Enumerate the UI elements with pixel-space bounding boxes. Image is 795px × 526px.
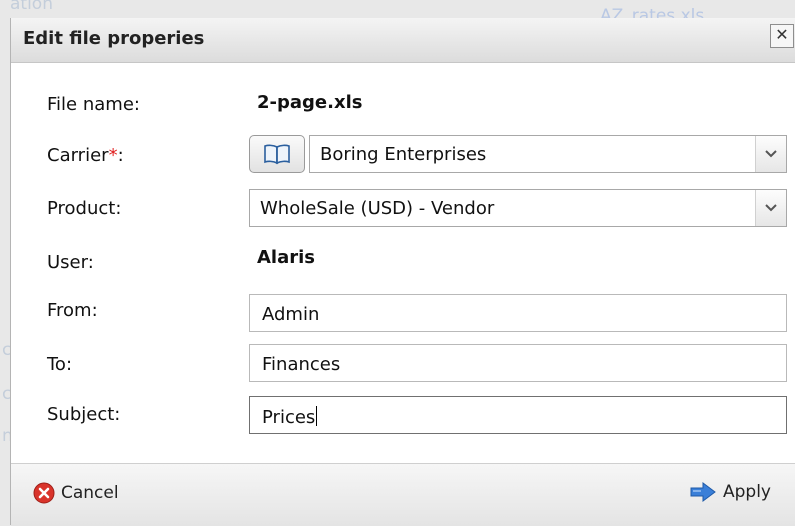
to-label: To: [47, 354, 73, 375]
user-label: User: [47, 252, 94, 273]
product-label: Product: [47, 198, 122, 219]
background-text: ation [10, 0, 53, 14]
file-name-value: 2-page.xls [257, 92, 363, 113]
close-button[interactable]: ✕ [770, 24, 794, 48]
carrier-select[interactable]: Boring Enterprises [309, 135, 787, 173]
text-cursor [316, 406, 318, 426]
arrow-right-icon [690, 482, 716, 502]
edit-file-properties-dialog: Edit file properies ✕ File name: 2-page.… [10, 18, 795, 526]
cancel-button[interactable]: Cancel [33, 482, 119, 504]
carrier-label: Carrier*: [47, 145, 124, 166]
dialog-titlebar: Edit file properies ✕ [11, 18, 795, 63]
user-value: Alaris [257, 247, 316, 268]
required-asterisk: * [108, 145, 118, 166]
cancel-label: Cancel [61, 483, 119, 503]
subject-field[interactable]: Prices [249, 396, 787, 434]
close-icon: ✕ [775, 25, 789, 44]
apply-label: Apply [723, 482, 771, 502]
subject-label: Subject: [47, 404, 121, 425]
carrier-selected-value: Boring Enterprises [320, 144, 487, 165]
from-value: Admin [262, 304, 320, 325]
from-field[interactable]: Admin [249, 294, 787, 332]
dialog-title: Edit file properies [23, 28, 205, 49]
to-field[interactable]: Finances [249, 344, 787, 382]
chevron-down-icon[interactable] [755, 136, 786, 172]
chevron-down-icon[interactable] [755, 190, 786, 226]
product-select[interactable]: WholeSale (USD) - Vendor [249, 189, 787, 227]
product-selected-value: WholeSale (USD) - Vendor [260, 198, 495, 219]
from-label: From: [47, 300, 98, 321]
apply-button[interactable]: Apply [689, 482, 771, 502]
subject-value: Prices [262, 406, 318, 428]
to-value: Finances [262, 354, 341, 375]
cancel-icon [33, 482, 55, 504]
dialog-footer: Cancel Apply [11, 463, 795, 526]
file-name-label: File name: [47, 94, 140, 115]
carrier-lookup-button[interactable] [249, 135, 305, 173]
book-icon [264, 144, 290, 165]
